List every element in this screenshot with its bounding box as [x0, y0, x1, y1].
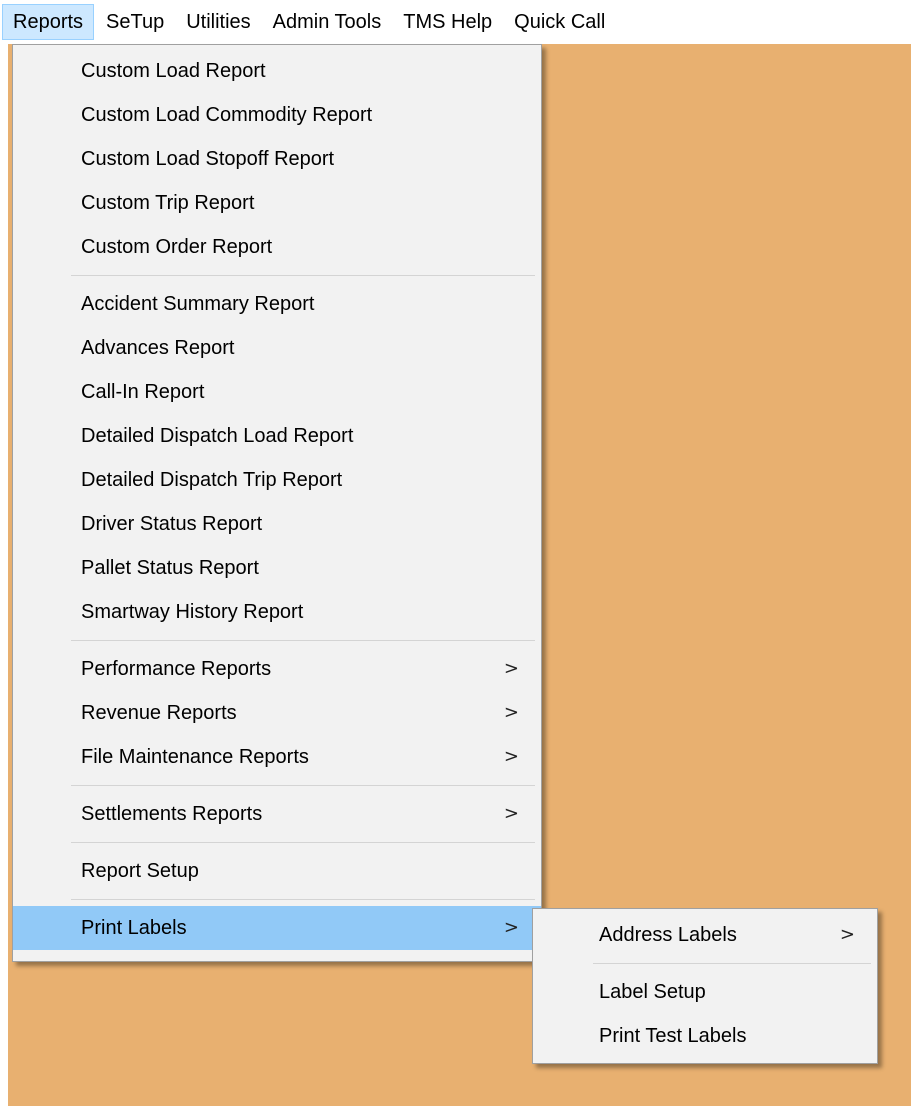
- menu-quick-call[interactable]: Quick Call: [504, 4, 615, 40]
- menu-item-call-in-report[interactable]: Call-In Report: [13, 370, 541, 414]
- menu-item-report-setup[interactable]: Report Setup: [13, 849, 541, 893]
- chevron-right-icon: >: [503, 658, 519, 679]
- menu-item-settlements-reports[interactable]: Settlements Reports >: [13, 792, 541, 836]
- menu-item-custom-load-report[interactable]: Custom Load Report: [13, 49, 541, 93]
- menu-item-revenue-reports[interactable]: Revenue Reports >: [13, 691, 541, 735]
- menu-item-address-labels[interactable]: Address Labels >: [533, 913, 877, 957]
- menu-item-smartway-history-report[interactable]: Smartway History Report: [13, 590, 541, 634]
- menu-item-label: File Maintenance Reports: [81, 746, 309, 768]
- menu-bar: Reports SeTup Utilities Admin Tools TMS …: [0, 0, 911, 44]
- menu-item-accident-summary-report[interactable]: Accident Summary Report: [13, 282, 541, 326]
- menu-item-custom-trip-report[interactable]: Custom Trip Report: [13, 181, 541, 225]
- menu-utilities[interactable]: Utilities: [176, 4, 260, 40]
- menu-separator: [71, 640, 535, 641]
- menu-separator: [71, 899, 535, 900]
- print-labels-submenu: Address Labels > Label Setup Print Test …: [532, 908, 878, 1064]
- menu-item-label: Settlements Reports: [81, 803, 263, 825]
- menu-item-detailed-dispatch-trip-report[interactable]: Detailed Dispatch Trip Report: [13, 458, 541, 502]
- menu-tms-help[interactable]: TMS Help: [393, 4, 502, 40]
- menu-item-label: Performance Reports: [81, 658, 272, 680]
- menu-item-label: Revenue Reports: [81, 702, 237, 724]
- menu-item-print-labels[interactable]: Print Labels >: [13, 906, 541, 950]
- menu-item-pallet-status-report[interactable]: Pallet Status Report: [13, 546, 541, 590]
- menu-item-label: Print Labels: [81, 917, 187, 939]
- menu-item-performance-reports[interactable]: Performance Reports >: [13, 647, 541, 691]
- menu-separator: [71, 275, 535, 276]
- menu-item-file-maintenance-reports[interactable]: File Maintenance Reports >: [13, 735, 541, 779]
- menu-item-label: Address Labels: [599, 924, 737, 946]
- menu-reports[interactable]: Reports: [2, 4, 95, 40]
- menu-item-label-setup[interactable]: Label Setup: [533, 970, 877, 1014]
- menu-item-custom-load-stopoff-report[interactable]: Custom Load Stopoff Report: [13, 137, 541, 181]
- chevron-right-icon: >: [503, 746, 519, 767]
- menu-setup[interactable]: SeTup: [96, 4, 174, 40]
- menu-item-driver-status-report[interactable]: Driver Status Report: [13, 502, 541, 546]
- menu-separator: [71, 785, 535, 786]
- menu-separator: [593, 963, 871, 964]
- chevron-right-icon: >: [839, 924, 855, 945]
- chevron-right-icon: >: [503, 803, 519, 824]
- menu-separator: [71, 842, 535, 843]
- menu-admin-tools[interactable]: Admin Tools: [263, 4, 392, 40]
- reports-dropdown-menu: Custom Load Report Custom Load Commodity…: [12, 44, 542, 962]
- chevron-right-icon: >: [503, 702, 519, 723]
- menu-item-custom-load-commodity-report[interactable]: Custom Load Commodity Report: [13, 93, 541, 137]
- menu-item-custom-order-report[interactable]: Custom Order Report: [13, 225, 541, 269]
- menu-item-detailed-dispatch-load-report[interactable]: Detailed Dispatch Load Report: [13, 414, 541, 458]
- menu-item-print-test-labels[interactable]: Print Test Labels: [533, 1014, 877, 1058]
- menu-item-advances-report[interactable]: Advances Report: [13, 326, 541, 370]
- chevron-right-icon: >: [503, 917, 519, 938]
